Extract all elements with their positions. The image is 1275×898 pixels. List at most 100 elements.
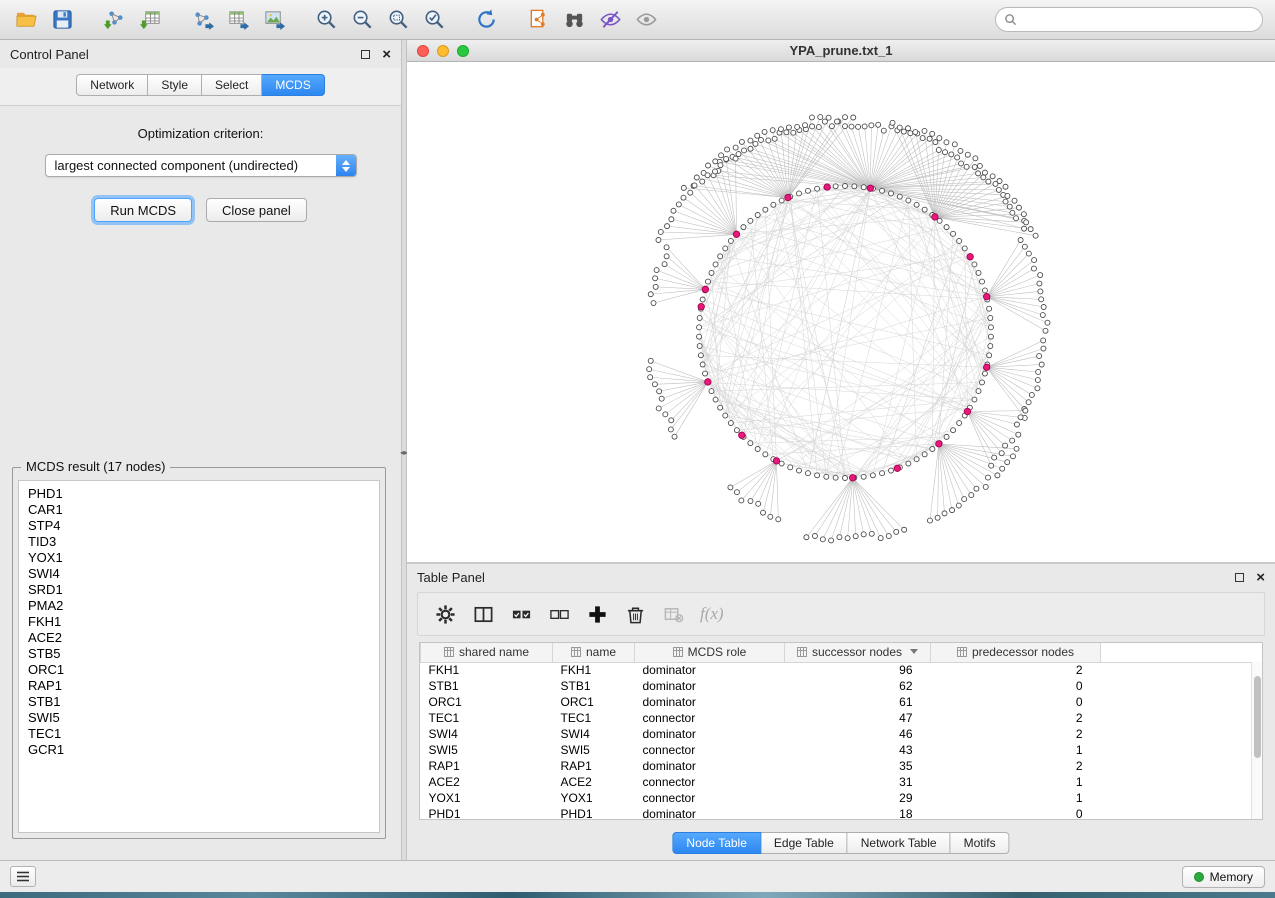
run-mcds-button[interactable]: Run MCDS	[94, 198, 192, 222]
select-all-rows-button[interactable]	[504, 599, 538, 629]
table-cell: ORC1	[553, 694, 635, 710]
network-canvas[interactable]	[407, 62, 1275, 562]
show-all-button[interactable]	[628, 4, 664, 36]
binoculars-search-button[interactable]	[556, 4, 592, 36]
mcds-node-item[interactable]: GCR1	[28, 742, 379, 758]
panel-menu-button[interactable]	[10, 866, 36, 887]
search-icon	[1004, 13, 1017, 26]
save-session-icon	[51, 8, 74, 31]
mcds-node-item[interactable]: ACE2	[28, 630, 379, 646]
column-header-name[interactable]: name	[553, 643, 635, 662]
save-session-button[interactable]	[44, 4, 80, 36]
network-document-button[interactable]	[520, 4, 556, 36]
open-file-button[interactable]	[8, 4, 44, 36]
toolbar-separator	[80, 19, 96, 20]
optimization-dropdown[interactable]: largest connected component (undirected)	[45, 154, 357, 177]
tab-mcds[interactable]: MCDS	[262, 74, 324, 96]
table-row[interactable]: YOX1YOX1connector291	[421, 790, 1263, 806]
mcds-node-item[interactable]: ORC1	[28, 662, 379, 678]
table-cell: dominator	[635, 662, 785, 678]
export-image-button[interactable]	[256, 4, 292, 36]
mcds-node-item[interactable]: FKH1	[28, 614, 379, 630]
export-network-button[interactable]	[184, 4, 220, 36]
sort-chevron-icon	[910, 649, 918, 654]
mcds-node-item[interactable]: SWI4	[28, 566, 379, 582]
search-box[interactable]	[995, 7, 1263, 32]
table-row[interactable]: ORC1ORC1dominator610	[421, 694, 1263, 710]
mcds-node-item[interactable]: SRD1	[28, 582, 379, 598]
tab-node-table[interactable]: Node Table	[672, 832, 761, 854]
mcds-node-item[interactable]: TID3	[28, 534, 379, 550]
network-graph	[407, 62, 1275, 562]
toolbar-separator	[168, 19, 184, 20]
show-columns-button[interactable]	[466, 599, 500, 629]
mcds-node-item[interactable]: PMA2	[28, 598, 379, 614]
table-row[interactable]: PHD1PHD1dominator180	[421, 806, 1263, 820]
search-input[interactable]	[1022, 13, 1254, 27]
memory-button[interactable]: Memory	[1182, 866, 1265, 888]
table-row[interactable]: TEC1TEC1connector472	[421, 710, 1263, 726]
mcds-node-item[interactable]: SWI5	[28, 710, 379, 726]
zoom-in-button[interactable]	[308, 4, 344, 36]
open-file-icon	[15, 8, 38, 31]
column-type-icon	[571, 647, 581, 657]
close-panel-button[interactable]: Close panel	[206, 198, 307, 222]
deselect-all-rows-button[interactable]	[542, 599, 576, 629]
float-panel-icon[interactable]	[361, 50, 370, 59]
mcds-node-item[interactable]: STB1	[28, 694, 379, 710]
zoom-fit-button[interactable]	[380, 4, 416, 36]
tab-select[interactable]: Select	[202, 74, 262, 96]
function-builder-button[interactable]: f(x)	[694, 604, 730, 624]
table-row[interactable]: STB1STB1dominator620	[421, 678, 1263, 694]
column-header-shared-name[interactable]: shared name	[421, 643, 553, 662]
table-scrollbar[interactable]	[1251, 662, 1262, 819]
mcds-node-item[interactable]: TEC1	[28, 726, 379, 742]
table-cell: 62	[785, 678, 931, 694]
table-cell: 47	[785, 710, 931, 726]
table-cell-filler	[1101, 758, 1263, 774]
add-column-button[interactable]	[580, 599, 614, 629]
export-table-button[interactable]	[220, 4, 256, 36]
column-header-successor-nodes[interactable]: successor nodes	[785, 643, 931, 662]
table-cell: ORC1	[421, 694, 553, 710]
close-panel-icon[interactable]: ×	[382, 47, 391, 62]
table-cell: YOX1	[553, 790, 635, 806]
tab-network[interactable]: Network	[76, 74, 148, 96]
mcds-node-item[interactable]: RAP1	[28, 678, 379, 694]
table-row[interactable]: RAP1RAP1dominator352	[421, 758, 1263, 774]
table-row[interactable]: SWI4SWI4dominator462	[421, 726, 1263, 742]
refresh-layout-button[interactable]	[468, 4, 504, 36]
mcds-node-item[interactable]: PHD1	[28, 486, 379, 502]
table-row[interactable]: SWI5SWI5connector431	[421, 742, 1263, 758]
delete-table-button-disabled[interactable]	[656, 599, 690, 629]
mcds-node-item[interactable]: STP4	[28, 518, 379, 534]
float-table-panel-icon[interactable]	[1235, 573, 1244, 582]
table-cell: 1	[931, 774, 1101, 790]
table-row[interactable]: FKH1FKH1dominator962	[421, 662, 1263, 678]
mcds-result-list[interactable]: PHD1CAR1STP4TID3YOX1SWI4SRD1PMA2FKH1ACE2…	[18, 480, 380, 833]
zoom-selected-button[interactable]	[416, 4, 452, 36]
tab-edge-table[interactable]: Edge Table	[761, 832, 848, 854]
delete-column-button[interactable]	[618, 599, 652, 629]
scrollbar-thumb[interactable]	[1254, 676, 1261, 758]
column-header-mcds-role[interactable]: MCDS role	[635, 643, 785, 662]
table-cell: STB1	[553, 678, 635, 694]
tab-style[interactable]: Style	[148, 74, 202, 96]
import-network-button[interactable]	[96, 4, 132, 36]
column-header-predecessor-nodes[interactable]: predecessor nodes	[931, 643, 1101, 662]
mcds-node-item[interactable]: YOX1	[28, 550, 379, 566]
tab-motifs[interactable]: Motifs	[951, 832, 1010, 854]
zoom-out-button[interactable]	[344, 4, 380, 36]
table-settings-button[interactable]	[428, 599, 462, 629]
hide-unselected-button[interactable]	[592, 4, 628, 36]
close-table-panel-icon[interactable]: ×	[1256, 570, 1265, 585]
mcds-node-item[interactable]: CAR1	[28, 502, 379, 518]
import-table-button[interactable]	[132, 4, 168, 36]
table-cell: RAP1	[553, 758, 635, 774]
tab-network-table[interactable]: Network Table	[848, 832, 951, 854]
column-type-icon	[957, 647, 967, 657]
deselect-all-icon	[549, 604, 570, 625]
table-cell: FKH1	[553, 662, 635, 678]
table-row[interactable]: ACE2ACE2connector311	[421, 774, 1263, 790]
mcds-node-item[interactable]: STB5	[28, 646, 379, 662]
